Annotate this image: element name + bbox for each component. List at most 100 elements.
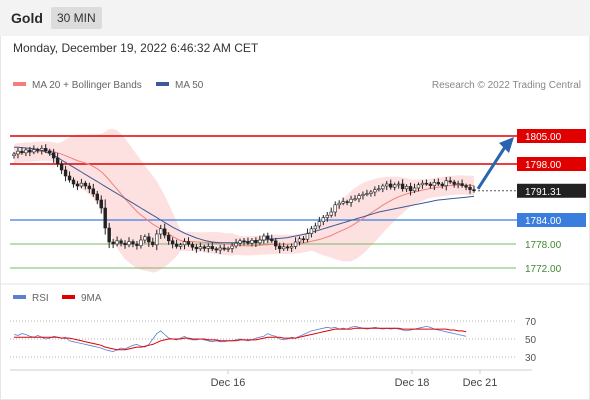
candle-body [206, 246, 211, 249]
rsi-line [13, 325, 467, 353]
candle-body [420, 182, 425, 186]
candle-body [404, 186, 409, 190]
candle-body [309, 228, 314, 234]
candle-body [321, 217, 326, 222]
candle-body [408, 186, 413, 192]
candle-body [174, 243, 179, 247]
candle-body [139, 239, 143, 246]
candle-body [329, 211, 333, 216]
candle-body [389, 183, 393, 188]
candle-body [151, 241, 155, 246]
candle-body [400, 183, 405, 190]
candle-body [305, 233, 310, 240]
candle-body [178, 244, 183, 247]
candle-body [250, 240, 254, 244]
rsi-tick-label: 70 [525, 317, 537, 328]
candle-body [297, 238, 302, 243]
candle-body [270, 238, 274, 242]
candle-body [99, 199, 103, 209]
candle-body [345, 201, 349, 203]
candle-body [460, 183, 464, 186]
candle-body [337, 202, 341, 206]
candle-body [254, 240, 258, 244]
candle-body [79, 182, 84, 187]
candle-body [32, 149, 36, 153]
x-tick-label: Dec 16 [211, 377, 246, 389]
candle-body [67, 175, 72, 181]
candle-body [349, 198, 353, 203]
candle-body [293, 241, 298, 247]
candle-body [325, 214, 329, 218]
candle-body [357, 195, 361, 200]
x-tick-label: Dec 21 [463, 377, 498, 389]
candle-body [369, 191, 373, 194]
candle-body [170, 240, 175, 245]
candle-body [392, 184, 397, 188]
candle-body [111, 241, 115, 245]
candle-body [71, 179, 76, 185]
candle-body [147, 236, 151, 243]
candle-body [456, 183, 460, 185]
candle-body [281, 246, 286, 250]
level-1805-00-label: 1805.00 [525, 132, 562, 143]
candle-body [214, 248, 218, 251]
level-1798-00-label: 1798.00 [525, 160, 562, 171]
candle-body [127, 241, 131, 246]
candle-body [28, 149, 32, 153]
candle-body [373, 189, 377, 193]
candle-body [63, 169, 68, 177]
candle-body [313, 225, 318, 230]
candle-body [266, 235, 270, 240]
rsi-tick-label: 50 [525, 335, 537, 346]
candle-body [333, 204, 337, 213]
candle-body [444, 180, 448, 186]
chart-svg: 1805.00 1798.00 1791.31 1784.00 1778.00 1772.… [0, 128, 590, 389]
candle-body [16, 150, 20, 155]
candle-body [385, 183, 389, 187]
candle-body [230, 245, 234, 249]
level-1772-00-label: 1772.00 [525, 264, 562, 275]
candle-body [51, 152, 56, 159]
candle-body [274, 240, 278, 247]
candle-body [448, 180, 452, 183]
candle-body [159, 228, 163, 235]
candle-body [107, 227, 111, 243]
candle-body [135, 243, 139, 246]
candle-body [317, 221, 322, 227]
candle-body [440, 183, 444, 186]
candle-body [341, 201, 345, 204]
candle-body [190, 244, 195, 248]
candle-body [198, 246, 203, 250]
candle-body [262, 235, 266, 241]
candle-body [222, 247, 226, 250]
candle-body [381, 185, 385, 190]
x-tick-label: Dec 18 [395, 377, 430, 389]
candle-body [143, 236, 147, 241]
candle-body [234, 242, 238, 247]
candle-body [162, 228, 167, 236]
candle-body [416, 184, 421, 189]
level-1778-00-label: 1778.00 [525, 240, 562, 251]
candle-body [103, 207, 107, 229]
candle-body [226, 248, 230, 250]
candle-body [119, 240, 123, 244]
candle-body [166, 234, 171, 242]
candle-body [24, 149, 28, 154]
candle-body [452, 181, 456, 185]
candle-body [242, 240, 246, 243]
candle-body [155, 233, 159, 246]
last-price-label: 1791.31 [525, 187, 562, 198]
candle-body [83, 182, 88, 187]
candle-body [47, 150, 52, 154]
bollinger-band-area [14, 128, 474, 273]
candle-body [59, 163, 64, 171]
candle-body [218, 247, 222, 251]
candle-body [36, 149, 40, 151]
candle-body [210, 246, 214, 250]
candle-body [258, 239, 262, 244]
candle-body [44, 148, 48, 152]
candle-body [468, 186, 472, 190]
candle-body [377, 188, 381, 191]
candle-body [277, 245, 282, 250]
candle-body [123, 242, 127, 246]
